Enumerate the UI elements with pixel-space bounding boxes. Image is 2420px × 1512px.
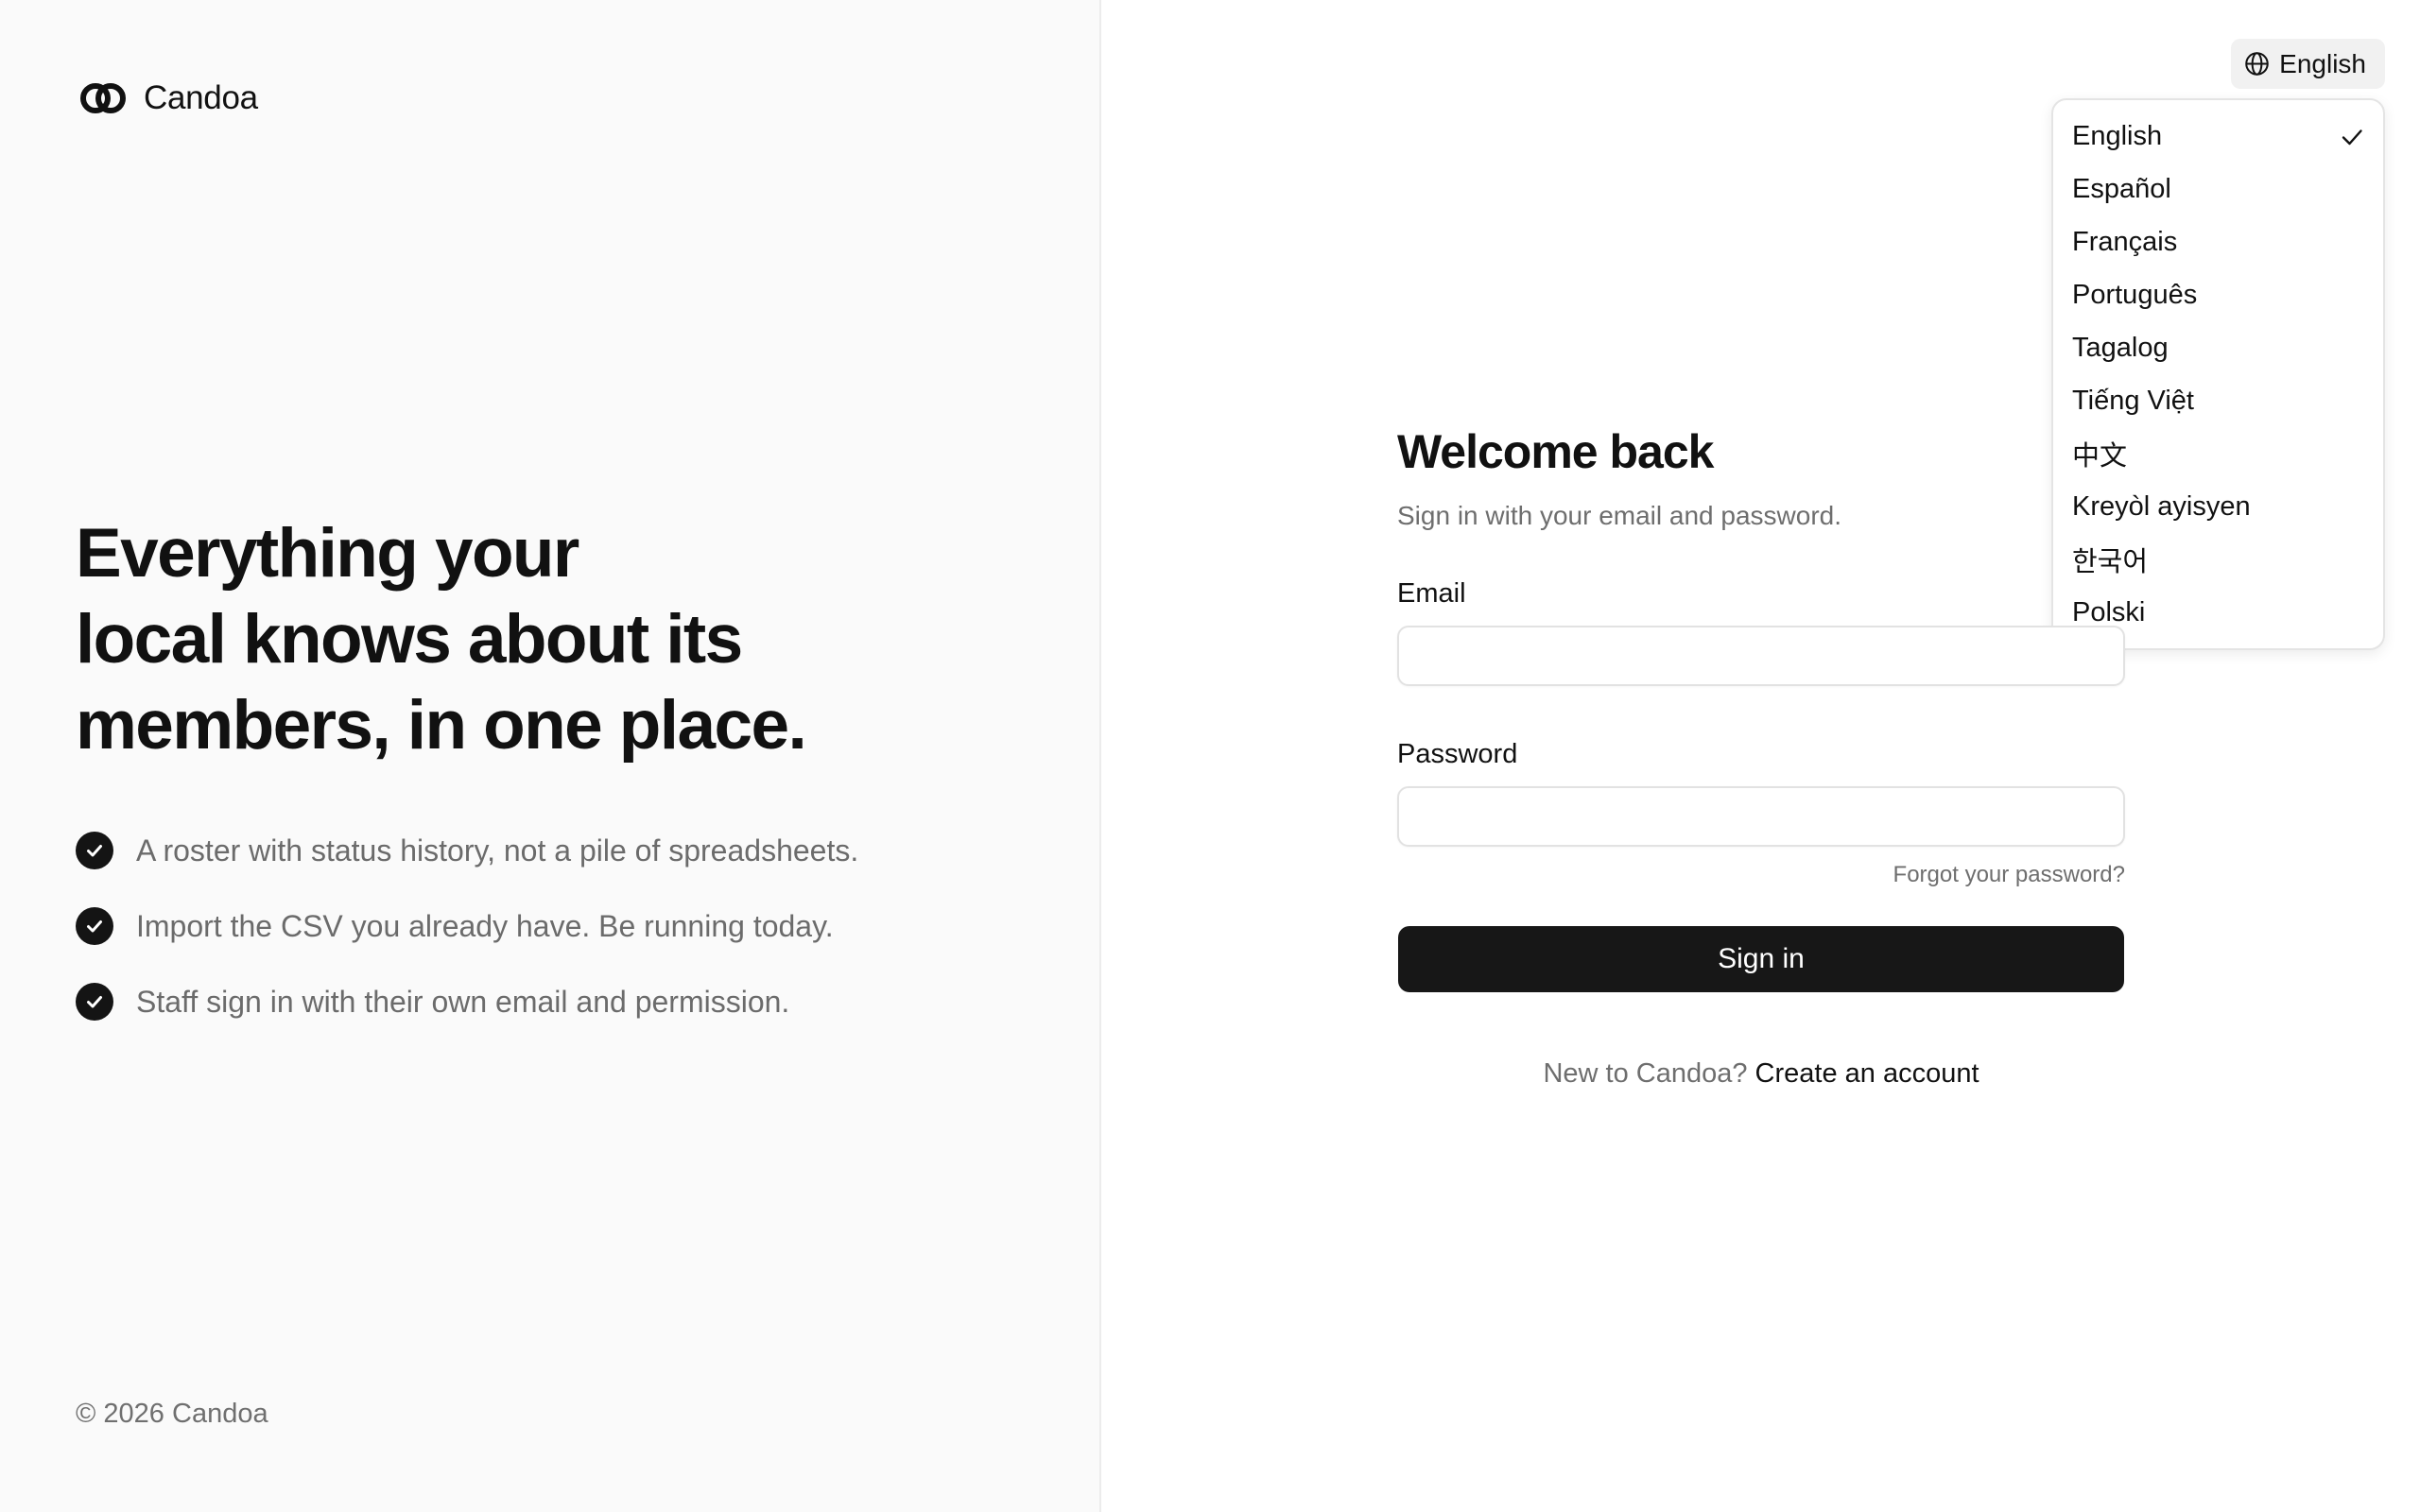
candoa-logo-icon xyxy=(80,83,126,113)
language-option-label: English xyxy=(2072,120,2163,151)
language-option-label: Français xyxy=(2072,226,2178,257)
email-label: Email xyxy=(1397,578,1466,609)
feature-text: A roster with status history, not a pile… xyxy=(136,833,859,868)
forgot-password-link[interactable]: Forgot your password? xyxy=(1893,862,2125,887)
language-option-tieng-viet[interactable]: Tiếng Việt xyxy=(2053,374,2383,427)
language-option-label: Português xyxy=(2072,279,2198,310)
language-option-tagalog[interactable]: Tagalog xyxy=(2053,321,2383,374)
forgot-row: Forgot your password? xyxy=(1397,862,2125,888)
headline-line: Everything your xyxy=(76,515,579,592)
brand[interactable]: Candoa xyxy=(79,79,258,117)
create-account-link[interactable]: Create an account xyxy=(1755,1058,1979,1089)
sign-in-page: Candoa Everything your local knows about… xyxy=(0,0,2420,1512)
password-field[interactable] xyxy=(1397,786,2125,847)
language-switcher-button[interactable]: English xyxy=(2231,39,2385,89)
sign-in-form: Welcome back Sign in with your email and… xyxy=(1397,423,2125,1090)
password-label: Password xyxy=(1397,739,1518,769)
form-title: Welcome back xyxy=(1397,425,1714,478)
language-option-portugues[interactable]: Português xyxy=(2053,268,2383,321)
hero-headline: Everything your local knows about its me… xyxy=(76,510,1021,768)
language-option-english[interactable]: English xyxy=(2053,110,2383,163)
check-circle-icon xyxy=(76,832,113,869)
language-option-label: Tagalog xyxy=(2072,332,2169,363)
feature-list: A roster with status history, not a pile… xyxy=(76,832,858,1058)
feature-text: Staff sign in with their own email and p… xyxy=(136,984,790,1019)
language-option-label: Tiếng Việt xyxy=(2072,385,2194,416)
language-option-label: Español xyxy=(2072,173,2171,204)
form-subtitle: Sign in with your email and password. xyxy=(1397,501,1842,530)
language-option-espanol[interactable]: Español xyxy=(2053,163,2383,215)
sign-in-button[interactable]: Sign in xyxy=(1398,926,2124,992)
headline-line: members, in one place. xyxy=(76,687,807,764)
feature-text: Import the CSV you already have. Be runn… xyxy=(136,908,834,943)
headline-line: local knows about its xyxy=(76,601,743,678)
marketing-panel: Candoa Everything your local knows about… xyxy=(0,0,1101,1512)
language-option-francais[interactable]: Français xyxy=(2053,215,2383,268)
email-field[interactable] xyxy=(1397,626,2125,686)
feature-item: Import the CSV you already have. Be runn… xyxy=(76,907,858,945)
feature-item: A roster with status history, not a pile… xyxy=(76,832,858,869)
signup-row: New to Candoa? Create an account xyxy=(1397,1058,2125,1090)
check-circle-icon xyxy=(76,907,113,945)
check-icon xyxy=(2342,129,2362,146)
brand-name: Candoa xyxy=(144,79,258,116)
globe-icon xyxy=(2245,52,2269,76)
signup-prompt: New to Candoa? xyxy=(1543,1058,1748,1089)
check-circle-icon xyxy=(76,983,113,1021)
current-language: English xyxy=(2279,48,2366,78)
feature-item: Staff sign in with their own email and p… xyxy=(76,983,858,1021)
sign-in-panel: English English Español Français Portugu… xyxy=(1101,0,2420,1512)
copyright: © 2026 Candoa xyxy=(76,1399,268,1429)
